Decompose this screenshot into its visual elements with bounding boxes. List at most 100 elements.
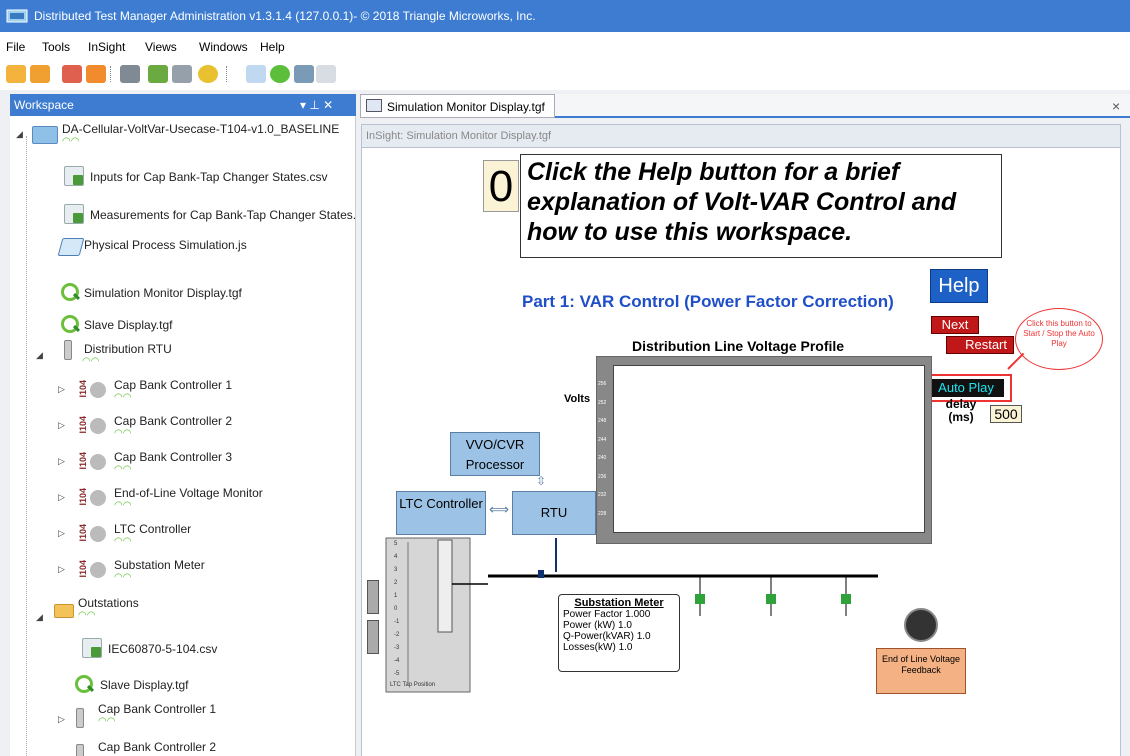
- tap-up-button[interactable]: [367, 580, 379, 614]
- tree-item-slave-display[interactable]: Slave Display.tgf: [84, 318, 172, 332]
- rtu-device-icon: [64, 340, 72, 360]
- i104-tag: I104: [78, 380, 88, 398]
- tree-item-iec-csv[interactable]: IEC60870-5-104.csv: [108, 642, 217, 656]
- i104-tag: I104: [78, 416, 88, 434]
- expand-icon[interactable]: ▷: [58, 492, 65, 503]
- display-tab-icon: [366, 99, 382, 112]
- toolbar-separator: [226, 66, 228, 82]
- csv-file-icon: [82, 638, 102, 658]
- tree-item-substation-meter[interactable]: Substation Meter: [114, 558, 205, 572]
- close-icon[interactable]: ×: [1112, 98, 1120, 114]
- expand-icon[interactable]: ▷: [58, 456, 65, 467]
- expand-icon[interactable]: ▷: [58, 528, 65, 539]
- workspace-title: Workspace: [14, 98, 74, 112]
- collapse-icon[interactable]: ◢: [36, 350, 43, 361]
- caption-text: InSight: Simulation Monitor Display.tgf: [366, 130, 552, 142]
- device-icon: [90, 418, 106, 434]
- i104-tag: I104: [78, 452, 88, 470]
- monitor-icon[interactable]: [148, 65, 168, 83]
- menu-views[interactable]: Views: [145, 40, 177, 54]
- tree-item-slave-display-2[interactable]: Slave Display.tgf: [100, 678, 188, 692]
- simulation-canvas: 0 Click the Help button for a brief expl…: [361, 148, 1121, 756]
- y-tick: 240: [598, 455, 607, 461]
- expand-icon[interactable]: ▷: [58, 564, 65, 575]
- autoplay-button[interactable]: Auto Play: [928, 379, 1004, 397]
- calendar-icon[interactable]: [172, 65, 192, 83]
- tap-tick: -4: [394, 658, 400, 664]
- search-icon[interactable]: [270, 65, 290, 83]
- meter-label: Q-Power(kVAR): [563, 631, 634, 642]
- substation-meter-panel: Substation Meter Power Factor 1.000 Powe…: [558, 594, 680, 672]
- tree-item-measurements-csv[interactable]: Measurements for Cap Bank-Tap Changer St…: [90, 208, 355, 222]
- open-folder-icon[interactable]: [6, 65, 26, 83]
- next-button[interactable]: Next: [931, 316, 979, 334]
- tap-down-button[interactable]: [367, 620, 379, 654]
- tree-item-cap-bank-3[interactable]: Cap Bank Controller 3: [114, 450, 232, 464]
- tree-item-cap-bank-1[interactable]: Cap Bank Controller 1: [114, 378, 232, 392]
- tree-item-process-js[interactable]: Physical Process Simulation.js: [84, 238, 247, 252]
- wifi-icon: ◠◠: [62, 136, 80, 147]
- tap-tick: -2: [394, 632, 400, 638]
- meter-value: 1.0: [636, 631, 651, 642]
- vertical-arrow-icon: ⇳: [536, 474, 547, 488]
- layout-icon[interactable]: [294, 65, 314, 83]
- expand-icon[interactable]: ▷: [58, 714, 65, 725]
- script-icon: [57, 238, 85, 256]
- tree-item-sim-monitor[interactable]: Simulation Monitor Display.tgf: [84, 286, 242, 300]
- meter-value: 1.0: [618, 642, 633, 653]
- wifi-icon: ◠◠: [114, 428, 132, 439]
- tree-item-ltc-controller[interactable]: LTC Controller: [114, 522, 191, 536]
- tree-item-outstations[interactable]: Outstations: [78, 596, 139, 610]
- panel-controls[interactable]: ▾ ⊥ ✕: [300, 98, 333, 112]
- i104-tag: I104: [78, 560, 88, 578]
- display-file-icon: [74, 674, 94, 694]
- device-icon: [90, 562, 106, 578]
- wifi-icon: ◠◠: [114, 536, 132, 547]
- expand-icon[interactable]: ▷: [58, 384, 65, 395]
- menu-tools[interactable]: Tools: [42, 40, 70, 54]
- tree-item-distribution-rtu[interactable]: Distribution RTU: [84, 342, 172, 356]
- display-file-icon: [60, 282, 80, 302]
- chart-pie-icon[interactable]: [198, 65, 218, 83]
- device-icon: [90, 526, 106, 542]
- tools-icon[interactable]: [120, 65, 140, 83]
- tree-item-outstation-cap-2[interactable]: Cap Bank Controller 2: [98, 740, 216, 754]
- delay-input[interactable]: 500: [990, 405, 1022, 423]
- wifi-icon: ◠◠: [82, 356, 100, 367]
- meter-label: Power (kW): [563, 620, 616, 631]
- open-recent-icon[interactable]: [30, 65, 50, 83]
- collapse-icon[interactable]: ◢: [36, 612, 43, 623]
- menu-insight[interactable]: InSight: [88, 40, 125, 54]
- autoplay-callout: Click this button to Start / Stop the Au…: [1015, 308, 1103, 370]
- i104-tag: I104: [78, 488, 88, 506]
- menu-file[interactable]: File: [6, 40, 25, 54]
- end-of-line-feedback-box: End of Line Voltage Feedback: [876, 648, 966, 694]
- meter-label: Power Factor: [563, 609, 623, 620]
- instruction-text: Click the Help button for a brief explan…: [520, 154, 1002, 258]
- edit-icon[interactable]: [316, 65, 336, 83]
- voltage-gauge-icon: [904, 608, 938, 642]
- document-tab-strip: Simulation Monitor Display.tgf ×: [360, 94, 1130, 118]
- save-icon[interactable]: [62, 65, 82, 83]
- expand-icon[interactable]: ▷: [58, 420, 65, 431]
- collapse-icon[interactable]: ◢: [16, 129, 23, 140]
- menu-help[interactable]: Help: [260, 40, 285, 54]
- tab-simulation-monitor[interactable]: Simulation Monitor Display.tgf: [360, 94, 555, 118]
- tree-item-cap-bank-2[interactable]: Cap Bank Controller 2: [114, 414, 232, 428]
- restart-button[interactable]: Restart: [946, 336, 1014, 354]
- tree-item-root[interactable]: DA-Cellular-VoltVar-Usecase-T104-v1.0_BA…: [62, 122, 339, 136]
- menu-windows[interactable]: Windows: [199, 40, 248, 54]
- display-icon[interactable]: [246, 65, 266, 83]
- tree-item-inputs-csv[interactable]: Inputs for Cap Bank-Tap Changer States.c…: [90, 170, 327, 184]
- help-button[interactable]: Help: [930, 269, 988, 303]
- tap-tick: 2: [394, 580, 398, 586]
- tree-item-outstation-cap-1[interactable]: Cap Bank Controller 1: [98, 702, 216, 716]
- device-icon: [76, 708, 84, 728]
- device-icon: [90, 490, 106, 506]
- alert-icon[interactable]: [86, 65, 106, 83]
- meter-label: Losses(kW): [563, 642, 616, 653]
- meter-value: 1.0: [618, 620, 632, 631]
- tap-tick: 4: [394, 554, 398, 560]
- window-title: Distributed Test Manager Administration …: [34, 9, 536, 23]
- tree-item-eol-monitor[interactable]: End-of-Line Voltage Monitor: [114, 486, 263, 500]
